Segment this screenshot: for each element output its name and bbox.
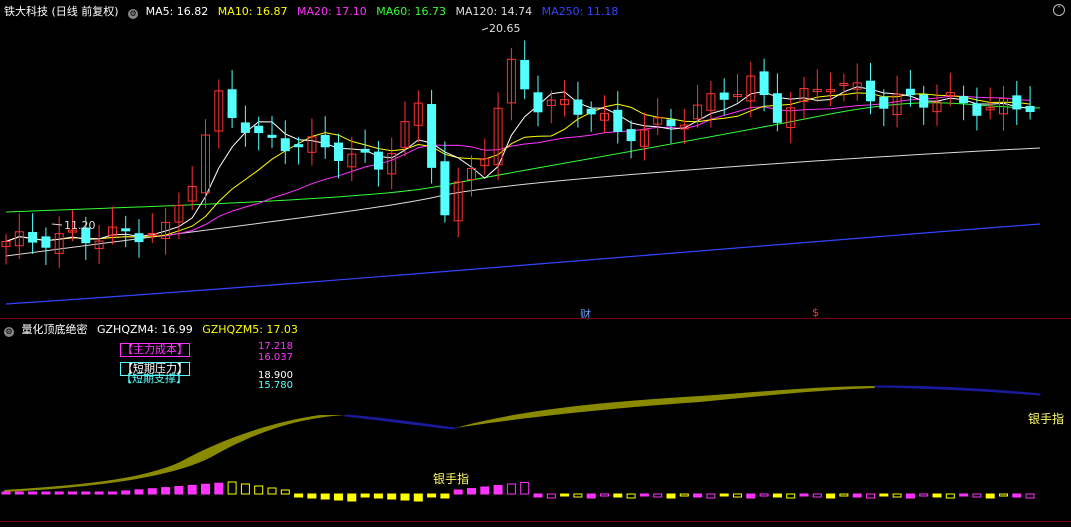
indicator-bar xyxy=(520,482,530,495)
indicator-bar xyxy=(94,491,104,495)
indicator-bar xyxy=(68,491,77,495)
indicator-bar xyxy=(400,493,410,501)
trend-band-down-1 xyxy=(344,414,456,430)
indicator-bar xyxy=(772,493,782,498)
indicator-bar xyxy=(334,493,343,501)
indicator-bar xyxy=(267,487,277,495)
indicator-bar xyxy=(480,486,490,495)
indicator-bar xyxy=(201,483,210,495)
indicator-bar xyxy=(879,493,889,497)
indicator-bar xyxy=(666,493,676,499)
indicator-bar xyxy=(493,485,503,495)
indicator-bar xyxy=(626,493,636,499)
indicator-bar xyxy=(959,493,969,497)
indicator-bar xyxy=(134,489,144,495)
indicator-bar xyxy=(307,493,317,499)
trend-band-down-2 xyxy=(874,385,1041,396)
indicator-bar xyxy=(54,491,64,495)
indicator-bar xyxy=(839,493,849,497)
indicator-bar xyxy=(573,493,583,498)
indicator-bar xyxy=(826,493,836,499)
indicator-bar xyxy=(905,493,915,499)
indicator-bar xyxy=(227,481,237,495)
indicator-bar xyxy=(613,493,623,498)
indicator-bar xyxy=(347,493,357,502)
indicator-bar xyxy=(799,493,809,497)
indicator-bar xyxy=(679,493,689,497)
indicator-bar xyxy=(214,482,224,495)
indicator-bar xyxy=(467,488,476,495)
indicator-bar xyxy=(373,493,383,499)
indicator-bar xyxy=(560,493,570,497)
signal-label-right: 银手指 xyxy=(1028,412,1065,426)
indicator-bar xyxy=(174,486,184,495)
indicator-bar xyxy=(440,493,450,499)
indicator-bar xyxy=(254,485,264,495)
indicator-bar xyxy=(427,493,437,498)
indicator-bar xyxy=(1025,493,1035,499)
indicator-bar xyxy=(999,493,1008,497)
indicator-bar xyxy=(706,493,716,499)
indicator-bar xyxy=(121,490,131,495)
indicator-bar xyxy=(294,493,304,498)
indicator-bar xyxy=(972,493,982,498)
indicator-bar xyxy=(546,493,556,499)
indicator-bar xyxy=(985,493,995,499)
indicator-bar xyxy=(161,487,171,495)
indicator-bar xyxy=(107,491,117,495)
indicator-bar xyxy=(932,493,942,498)
indicator-bar xyxy=(866,493,875,499)
indicator-bar xyxy=(413,493,423,502)
indicator-bar xyxy=(240,483,250,495)
indicator-bar xyxy=(320,493,330,500)
bottom-separator xyxy=(0,521,1071,522)
indicator-bar xyxy=(28,491,38,495)
indicator-bar xyxy=(892,493,902,498)
indicator-bar xyxy=(600,493,609,497)
indicator-bar xyxy=(945,493,955,499)
trend-band-up-1 xyxy=(4,415,345,492)
indicator-bar xyxy=(759,493,769,497)
indicator-bar xyxy=(919,493,929,497)
indicator-bar xyxy=(1012,493,1022,498)
indicator-bar xyxy=(733,493,742,498)
indicator-bar xyxy=(14,491,24,495)
trend-band-up-2 xyxy=(455,386,875,428)
indicator-bar xyxy=(719,493,729,497)
indicator-chart[interactable] xyxy=(0,0,1071,527)
indicator-bar xyxy=(453,489,463,495)
indicator-bar xyxy=(147,488,157,495)
indicator-bar xyxy=(693,493,703,498)
indicator-bar xyxy=(187,484,197,495)
indicator-bar xyxy=(586,493,596,499)
indicator-bar xyxy=(360,493,370,498)
indicator-bar xyxy=(653,493,663,498)
indicator-bar xyxy=(746,493,756,499)
indicator-bar xyxy=(506,483,516,495)
indicator-bar xyxy=(812,493,822,498)
indicator-bar xyxy=(852,493,862,498)
indicator-bar xyxy=(41,491,51,495)
indicator-bar xyxy=(533,493,543,498)
indicator-bar xyxy=(280,489,290,495)
indicator-bar xyxy=(639,493,649,497)
indicator-bar xyxy=(1,491,11,495)
indicator-bar xyxy=(387,493,397,500)
signal-label-mid: 银手指 xyxy=(433,472,470,486)
indicator-bar xyxy=(81,491,91,495)
indicator-bar xyxy=(786,493,796,499)
